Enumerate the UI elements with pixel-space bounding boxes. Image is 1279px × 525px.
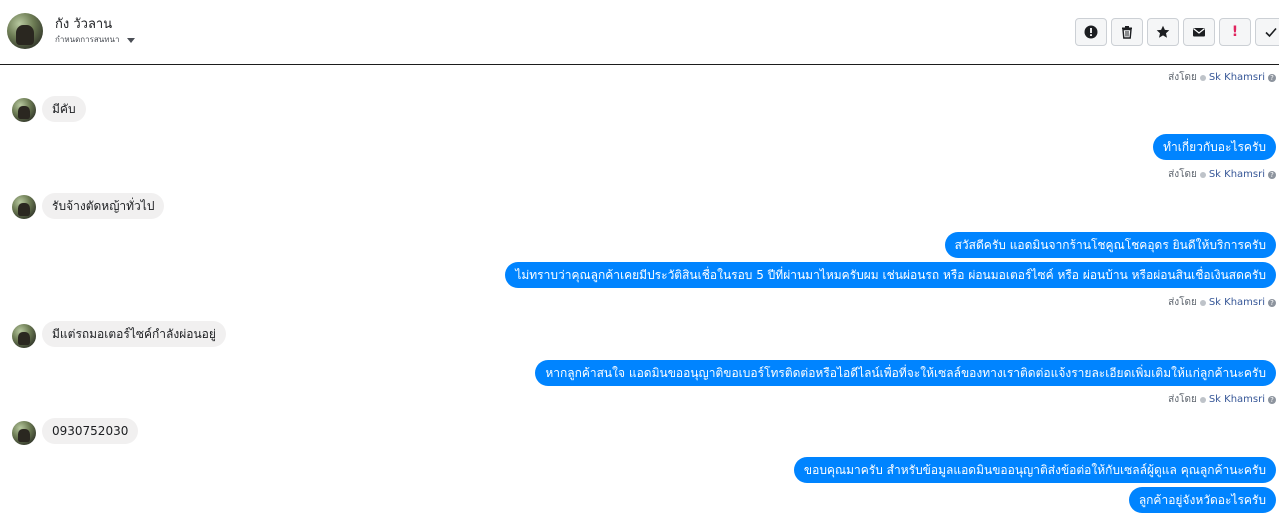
contact-avatar[interactable] [7,13,43,49]
star-icon [1156,25,1170,38]
outgoing-message[interactable]: ขอบคุณมาครับ สำหรับข้อมูลแอดมินขออนุญาติ… [793,457,1276,483]
assign-conversation-dropdown[interactable]: กำหนดการสนทนา [55,33,135,46]
sender-dot-icon [1199,299,1206,306]
outgoing-message[interactable]: ลูกค้าอยู่จังหวัดอะไรครับ [1128,487,1276,513]
star-button[interactable] [1147,18,1179,46]
done-button[interactable] [1255,18,1279,46]
contact-avatar-small[interactable] [12,421,36,445]
sender-link[interactable]: Sk Khamsri [1209,169,1265,180]
checkmark-icon [1265,27,1277,38]
incoming-message[interactable]: มีคับ [42,96,86,122]
outgoing-message[interactable]: ทำเกี่ยวกับอะไรครับ [1153,134,1276,160]
sent-by-note: ส่งโดย Sk Khamsri ? [1168,167,1276,182]
help-icon[interactable]: ? [1268,170,1276,179]
sender-dot-icon [1199,74,1206,81]
sent-by-label: ส่งโดย [1168,394,1197,405]
incoming-message[interactable]: รับจ้างตัดหญ้าทั่วไป [42,193,165,219]
exclamation-icon: ! [1231,24,1239,40]
outgoing-message[interactable]: ไม่ทราบว่าคุณลูกค้าเคยมีประวัติสินเชื่อใ… [505,262,1276,288]
sent-by-label: ส่งโดย [1168,72,1197,83]
message-thread[interactable]: ส่งโดย Sk Khamsri ? มีคับ ทำเกี่ยวกับอะไ… [0,66,1279,525]
sender-link[interactable]: Sk Khamsri [1209,72,1265,83]
conversation-toolbar: ! [1075,18,1279,46]
help-icon[interactable]: ? [1268,73,1276,82]
help-icon[interactable]: ? [1268,298,1276,307]
spam-button[interactable]: ! [1219,18,1251,46]
contact-name[interactable]: กัง วัวลาน [55,13,112,34]
incoming-message[interactable]: 0930752030 [42,418,139,444]
sent-by-label: ส่งโดย [1168,297,1197,308]
contact-avatar-small[interactable] [12,324,36,348]
sender-link[interactable]: Sk Khamsri [1209,394,1265,405]
sender-dot-icon [1199,171,1206,178]
sent-by-note: ส่งโดย Sk Khamsri ? [1168,295,1276,310]
outgoing-message[interactable]: สวัสดีครับ แอดมินจากร้านโชคูณโชคอุดร ยิน… [944,232,1276,258]
sent-by-label: ส่งโดย [1168,169,1197,180]
alert-circle-icon [1084,25,1098,39]
delete-button[interactable] [1111,18,1143,46]
outgoing-message[interactable]: หากลูกค้าสนใจ แอดมินขออนุญาติขอเบอร์โทรต… [535,360,1276,386]
help-icon[interactable]: ? [1268,395,1276,404]
mark-unread-button[interactable] [1183,18,1215,46]
assign-conversation-label: กำหนดการสนทนา [55,35,120,44]
caret-down-icon [126,37,135,43]
incoming-message[interactable]: มีแต่รถมอเตอร์ไซค์กำลังผ่อนอยู่ [42,321,226,347]
sent-by-note: ส่งโดย Sk Khamsri ? [1168,392,1276,407]
sent-by-note: ส่งโดย Sk Khamsri ? [1168,70,1276,85]
report-button[interactable] [1075,18,1107,46]
sender-dot-icon [1199,396,1206,403]
envelope-icon [1193,28,1205,37]
conversation-header: กัง วัวลาน กำหนดการสนทนา ! [0,0,1279,65]
contact-avatar-small[interactable] [12,98,36,122]
contact-avatar-small[interactable] [12,195,36,219]
trash-icon [1122,26,1132,39]
sender-link[interactable]: Sk Khamsri [1209,297,1265,308]
